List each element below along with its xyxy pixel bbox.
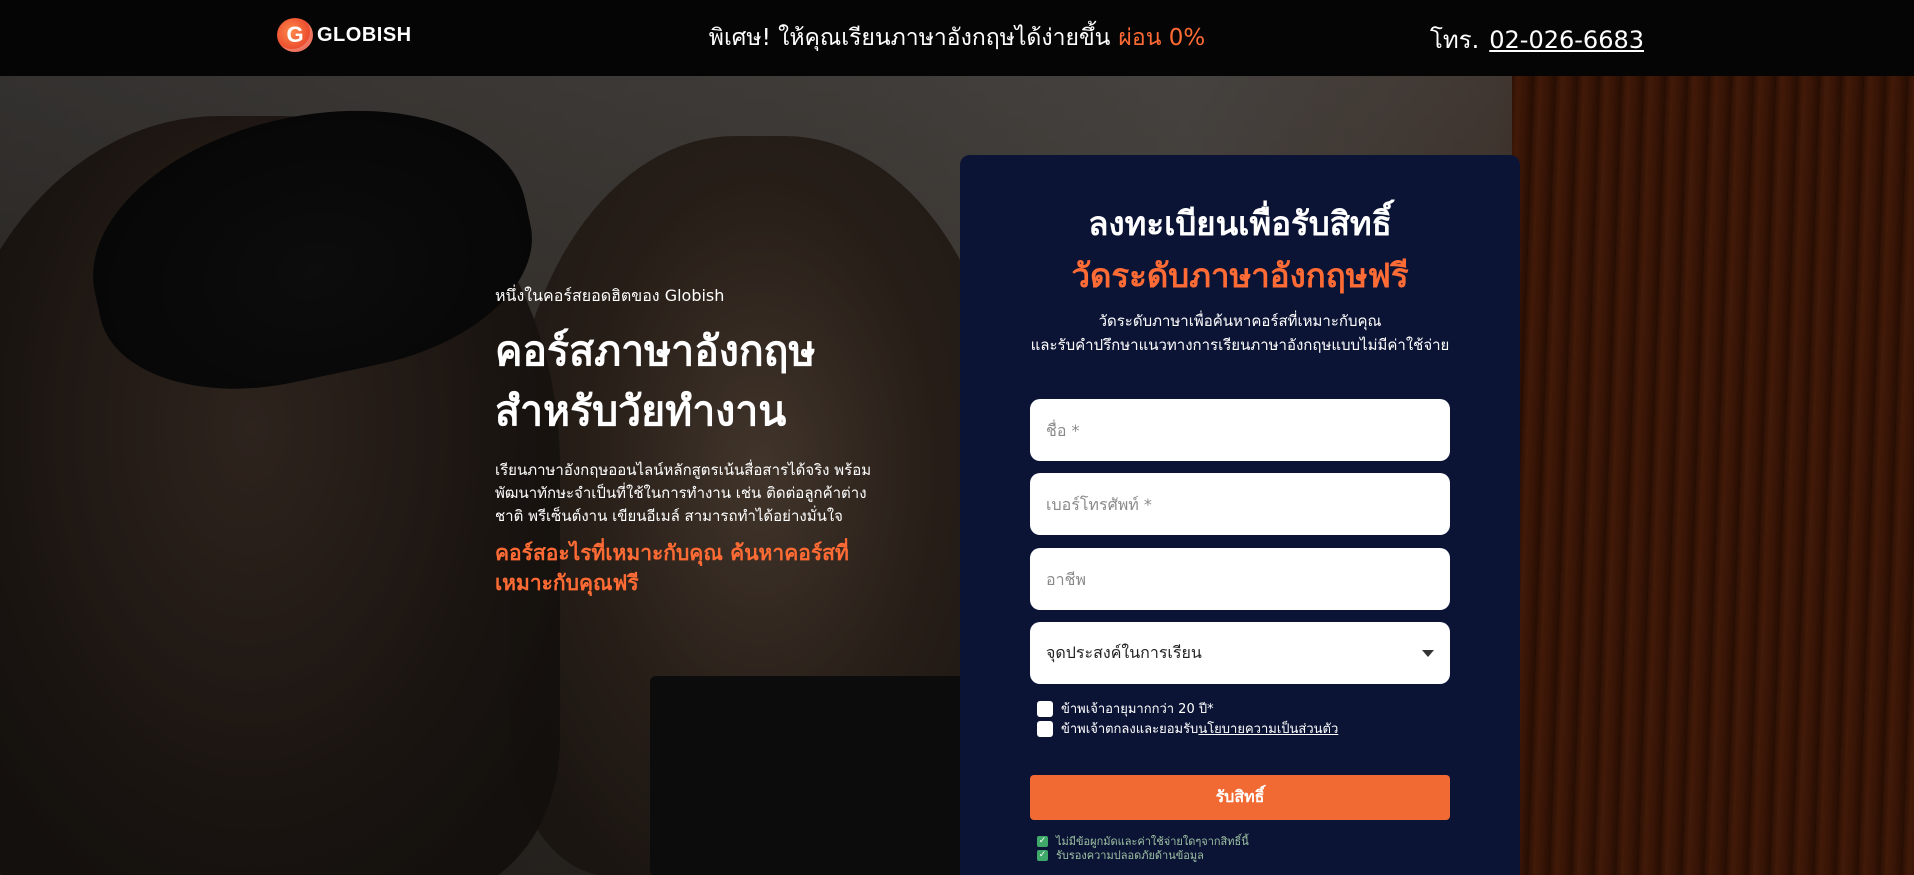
phone-number-link[interactable]: 02-026-6683 xyxy=(1489,26,1644,54)
hero-cta-text: คอร์สอะไรที่เหมาะกับคุณ ค้นหาคอร์สที่เหม… xyxy=(495,541,849,595)
purpose-select-value: จุดประสงค์ในการเรียน xyxy=(1046,642,1202,662)
phone-contact: โทร. 02-026-6683 xyxy=(1430,20,1644,59)
form-subtitle: วัดระดับภาษาเพื่อค้นหาคอร์สที่เหมาะกับคุ… xyxy=(960,309,1520,357)
purpose-select[interactable]: จุดประสงค์ในการเรียน xyxy=(1030,622,1450,684)
promo-text: พิเศษ! ให้คุณเรียนภาษาอังกฤษได้ง่ายขึ้น xyxy=(708,25,1111,51)
assurance-item: ✓ รับรองความปลอดภัยด้านข้อมูล xyxy=(1037,846,1204,864)
name-field[interactable] xyxy=(1030,399,1450,461)
check-icon: ✓ xyxy=(1037,835,1048,847)
submit-button[interactable]: รับสิทธิ์ xyxy=(1030,775,1450,820)
promo-accent: ผ่อน 0% xyxy=(1118,25,1206,51)
hero-title-line1: คอร์สภาษาอังกฤษ xyxy=(495,327,816,375)
age-consent-label: ข้าพเจ้าอายุมากกว่า 20 ปี* xyxy=(1061,702,1214,717)
chevron-down-icon xyxy=(1422,649,1434,657)
registration-form-card: ลงทะเบียนเพื่อรับสิทธิ์ วัดระดับภาษาอังก… xyxy=(960,155,1520,875)
logo-text: GLOBISH xyxy=(317,23,412,46)
form-subtitle-line2: และรับคำปรึกษาแนวทางการเรียนภาษาอังกฤษแบ… xyxy=(1030,336,1450,354)
assurance-text-2: รับรองความปลอดภัยด้านข้อมูล xyxy=(1056,849,1204,862)
hero-copy: หนึ่งในคอร์สยอดฮิตของ Globish คอร์สภาษาอ… xyxy=(495,284,875,598)
form-subtitle-line1: วัดระดับภาษาเพื่อค้นหาคอร์สที่เหมาะกับคุ… xyxy=(1098,312,1382,330)
privacy-consent-label: ข้าพเจ้าตกลงและยอมรับ xyxy=(1061,722,1199,737)
phone-field[interactable] xyxy=(1030,473,1450,535)
hero-title: คอร์สภาษาอังกฤษ สำหรับวัยทำงาน xyxy=(495,321,875,441)
age-consent-row: ข้าพเจ้าอายุมากกว่า 20 ปี* xyxy=(1037,698,1214,719)
privacy-policy-link[interactable]: นโยบายความเป็นส่วนตัว xyxy=(1198,718,1338,739)
hero-kicker: หนึ่งในคอร์สยอดฮิตของ Globish xyxy=(495,286,725,305)
form-title: ลงทะเบียนเพื่อรับสิทธิ์ xyxy=(1088,204,1392,243)
occupation-field[interactable] xyxy=(1030,548,1450,610)
top-bar: G GLOBISH พิเศษ! ให้คุณเรียนภาษาอังกฤษได… xyxy=(0,0,1914,76)
privacy-consent-row: ข้าพเจ้าตกลงและยอมรับ นโยบายความเป็นส่วน… xyxy=(1037,718,1338,739)
age-checkbox[interactable] xyxy=(1037,700,1053,717)
phone-label: โทร. xyxy=(1430,26,1480,54)
logo-icon: G xyxy=(277,18,313,52)
hero-description: เรียนภาษาอังกฤษออนไลน์หลักสูตรเน้นสื่อสา… xyxy=(495,461,872,525)
hero-title-line2: สำหรับวัยทำงาน xyxy=(495,387,787,435)
hero-overlay xyxy=(0,76,1914,875)
globish-logo[interactable]: G GLOBISH xyxy=(277,18,412,52)
privacy-checkbox[interactable] xyxy=(1037,720,1053,737)
form-title-accent: วัดระดับภาษาอังกฤษฟรี xyxy=(1071,256,1409,295)
check-icon: ✓ xyxy=(1037,849,1048,861)
hero-section xyxy=(0,76,1914,875)
